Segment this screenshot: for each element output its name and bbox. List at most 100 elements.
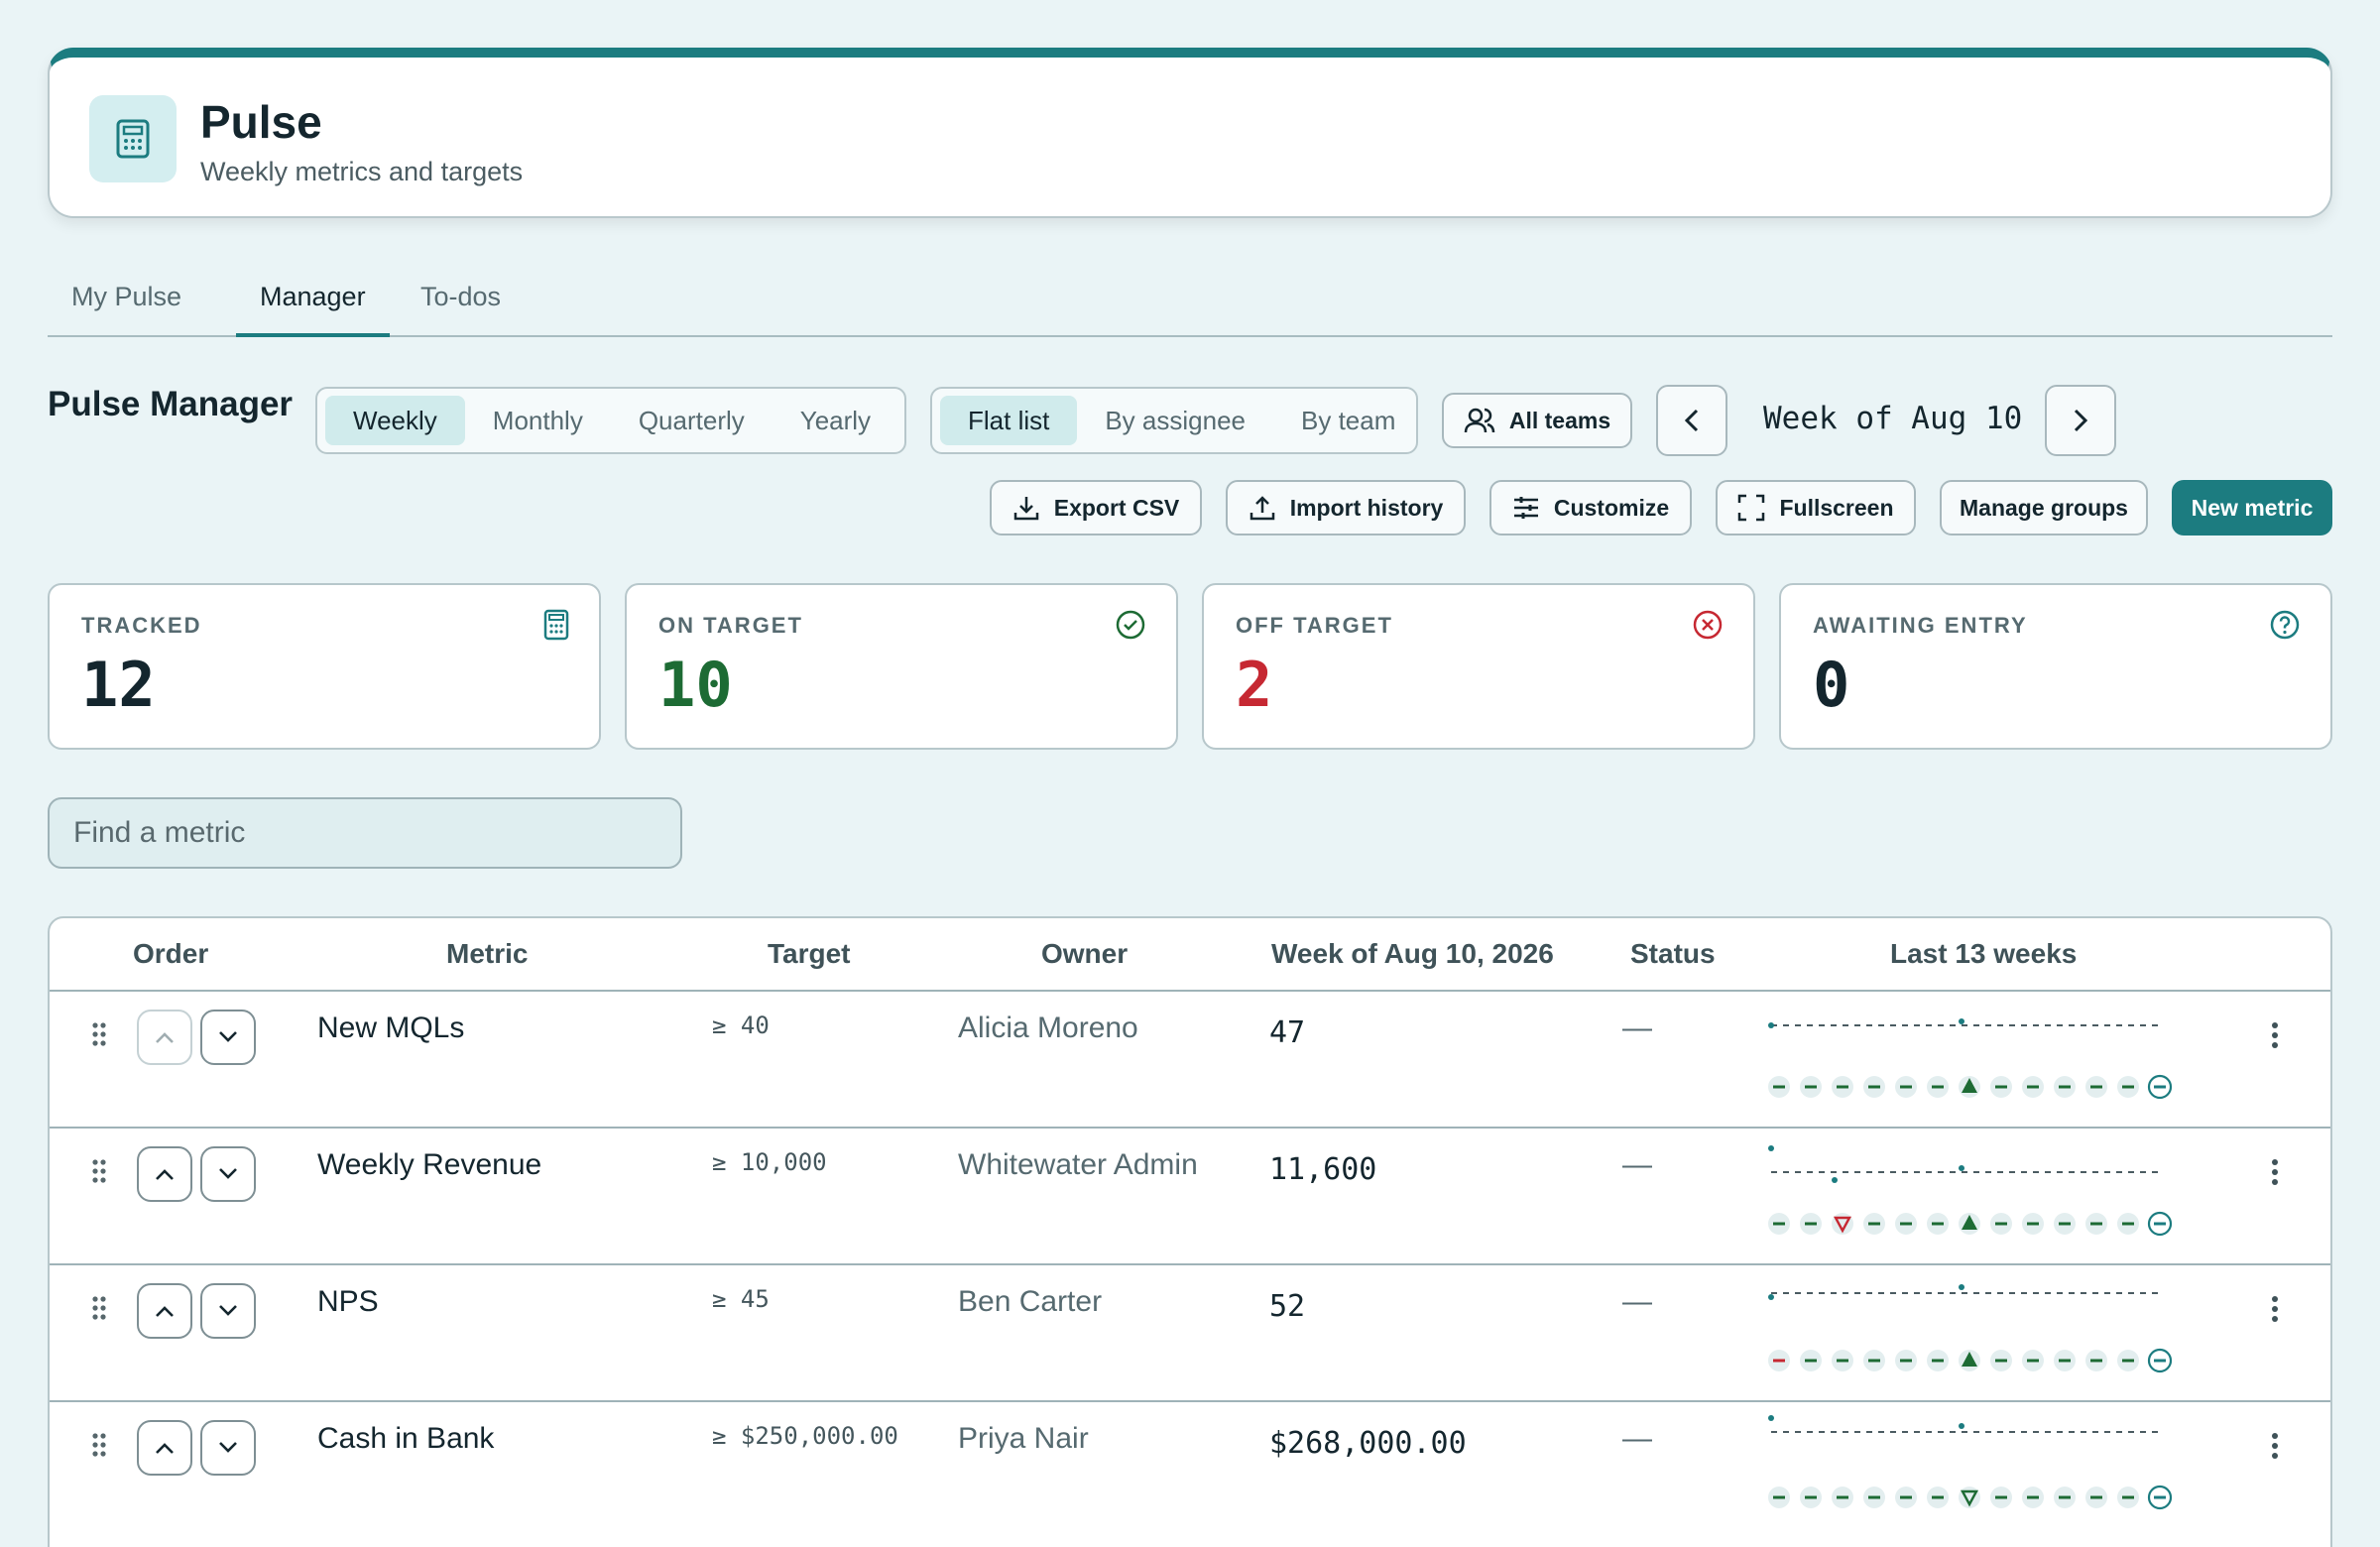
metric-name[interactable]: NPS [317,1285,379,1319]
move-down-button[interactable] [200,1283,256,1339]
week-marker-dash[interactable] [2054,1487,2076,1508]
week-marker-dash[interactable] [1768,1213,1790,1235]
week-marker-dash[interactable] [1895,1076,1917,1098]
week-marker-dash[interactable] [1800,1076,1822,1098]
week-marker-dash[interactable] [2117,1213,2139,1235]
metric-value[interactable]: 47 [1269,1015,1305,1050]
more-options-icon[interactable] [2271,1432,2279,1465]
week-marker-dash[interactable] [2117,1350,2139,1371]
week-marker-dash[interactable] [1800,1350,1822,1371]
drag-handle-icon[interactable] [91,1432,107,1463]
metric-value[interactable]: 11,600 [1269,1152,1376,1187]
week-marker-dash[interactable] [1895,1487,1917,1508]
table-row[interactable]: New MQLs ≥ 40 Alicia Moreno 47 — [50,990,2330,1127]
week-marker-dash[interactable] [1927,1350,1949,1371]
week-marker-dash[interactable] [2022,1076,2044,1098]
week-marker-dash[interactable] [1990,1213,2012,1235]
week-marker-dash[interactable] [2085,1350,2107,1371]
move-up-button[interactable] [137,1146,192,1202]
table-row[interactable]: Weekly Revenue ≥ 10,000 Whitewater Admin… [50,1127,2330,1263]
fullscreen-button[interactable]: Fullscreen [1716,480,1916,536]
week-marker-dash[interactable] [1863,1487,1885,1508]
metric-name[interactable]: New MQLs [317,1012,464,1045]
team-filter-button[interactable]: All teams [1442,393,1632,448]
move-up-button[interactable] [137,1283,192,1339]
metric-value[interactable]: $268,000.00 [1269,1426,1467,1461]
drag-handle-icon[interactable] [91,1021,107,1052]
period-yearly[interactable]: Yearly [773,396,898,445]
week-marker-redDash[interactable] [1768,1350,1790,1371]
move-up-button[interactable] [137,1010,192,1065]
more-options-icon[interactable] [2271,1158,2279,1191]
tab-my-pulse[interactable]: My Pulse [48,282,205,337]
drag-handle-icon[interactable] [91,1158,107,1189]
week-marker-up[interactable] [1959,1076,1980,1098]
week-marker-dash[interactable] [1927,1076,1949,1098]
week-marker-dash[interactable] [1990,1487,2012,1508]
metric-value[interactable]: 52 [1269,1289,1305,1324]
week-marker-dash[interactable] [1800,1487,1822,1508]
metric-search-input[interactable]: Find a metric [48,797,682,869]
week-marker-dash[interactable] [1895,1213,1917,1235]
week-marker-dash[interactable] [1800,1213,1822,1235]
week-marker-current[interactable] [2147,1074,2173,1100]
week-marker-dash[interactable] [1990,1076,2012,1098]
week-marker-current[interactable] [2147,1211,2173,1237]
week-marker-dash[interactable] [2022,1350,2044,1371]
import-history-button[interactable]: Import history [1226,480,1466,536]
week-marker-dash[interactable] [1863,1076,1885,1098]
week-marker-dash[interactable] [1927,1213,1949,1235]
week-marker-dash[interactable] [2054,1213,2076,1235]
drag-handle-icon[interactable] [91,1295,107,1326]
view-flat-list[interactable]: Flat list [940,396,1078,445]
period-monthly[interactable]: Monthly [465,396,611,445]
more-options-icon[interactable] [2271,1295,2279,1328]
week-marker-current[interactable] [2147,1485,2173,1510]
period-weekly[interactable]: Weekly [325,396,465,445]
week-marker-dash[interactable] [2022,1213,2044,1235]
move-down-button[interactable] [200,1010,256,1065]
period-quarterly[interactable]: Quarterly [611,396,773,445]
column-header-owner[interactable]: Owner [1041,938,1128,970]
table-row[interactable]: Cash in Bank ≥ $250,000.00 Priya Nair $2… [50,1400,2330,1537]
column-header-week[interactable]: Week of Aug 10, 2026 [1271,938,1554,970]
week-marker-dash[interactable] [2054,1076,2076,1098]
move-up-button[interactable] [137,1420,192,1476]
week-marker-current[interactable] [2147,1348,2173,1373]
week-marker-dash[interactable] [1990,1350,2012,1371]
move-down-button[interactable] [200,1420,256,1476]
column-header-target[interactable]: Target [768,938,851,970]
tab-todos[interactable]: To-dos [397,282,525,337]
next-week-button[interactable] [2045,385,2116,456]
week-marker-dash[interactable] [1832,1350,1853,1371]
week-marker-dash[interactable] [1895,1350,1917,1371]
week-marker-dash[interactable] [2054,1350,2076,1371]
week-marker-downGreen[interactable] [1959,1487,1980,1508]
week-marker-dash[interactable] [2085,1487,2107,1508]
tab-manager[interactable]: Manager [236,282,390,337]
move-down-button[interactable] [200,1146,256,1202]
more-options-icon[interactable] [2271,1021,2279,1054]
view-by-assignee[interactable]: By assignee [1077,396,1273,445]
week-marker-dash[interactable] [2085,1076,2107,1098]
week-marker-dash[interactable] [2022,1487,2044,1508]
column-header-order[interactable]: Order [133,938,208,970]
week-marker-dash[interactable] [2117,1076,2139,1098]
week-marker-down[interactable] [1832,1213,1853,1235]
prev-week-button[interactable] [1656,385,1727,456]
week-marker-dash[interactable] [1863,1350,1885,1371]
column-header-status[interactable]: Status [1630,938,1716,970]
export-csv-button[interactable]: Export CSV [990,480,1202,536]
week-marker-up[interactable] [1959,1350,1980,1371]
week-marker-dash[interactable] [1863,1213,1885,1235]
metric-name[interactable]: Weekly Revenue [317,1148,541,1182]
week-marker-dash[interactable] [1832,1487,1853,1508]
view-by-team[interactable]: By team [1273,396,1423,445]
week-marker-up[interactable] [1959,1213,1980,1235]
week-marker-dash[interactable] [1927,1487,1949,1508]
week-marker-dash[interactable] [1768,1076,1790,1098]
week-marker-dash[interactable] [2117,1487,2139,1508]
week-marker-dash[interactable] [1768,1487,1790,1508]
week-marker-dash[interactable] [1832,1076,1853,1098]
manage-groups-button[interactable]: Manage groups [1940,480,2148,536]
